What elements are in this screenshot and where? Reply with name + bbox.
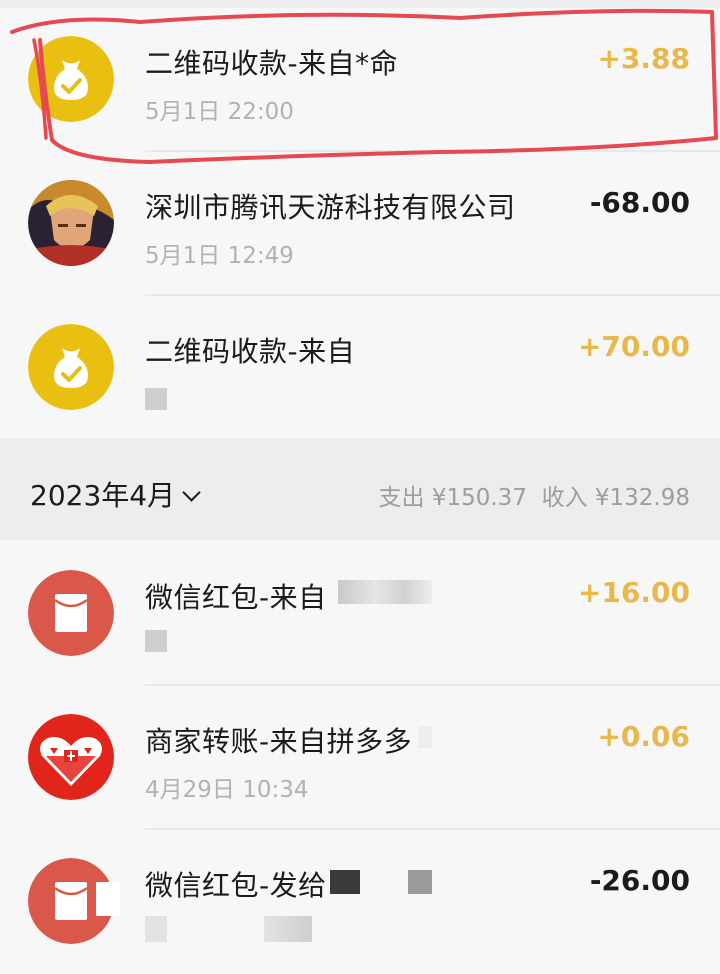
transaction-date: 4月29日 10:34: [145, 777, 309, 803]
month-selector[interactable]: 2023年4月: [30, 474, 201, 514]
money-bag-icon: [28, 36, 114, 122]
month-label: 2023年4月: [30, 479, 176, 512]
redacted-block: [264, 916, 312, 942]
transaction-amount: +16.00: [577, 576, 690, 609]
redacted-block: [330, 870, 360, 894]
redacted-block: [145, 630, 167, 652]
transaction-date: 5月1日 12:49: [145, 243, 294, 269]
transaction-row[interactable]: 二维码收款-来自*命 5月1日 22:00 +3.88: [0, 8, 720, 152]
month-income: 收入 ¥132.98: [541, 485, 690, 511]
top-strip: [0, 0, 720, 8]
redacted-block: [418, 726, 432, 748]
transaction-row[interactable]: 微信红包-发给 -26.00: [0, 830, 720, 974]
money-bag-icon: [28, 324, 114, 410]
transaction-row[interactable]: 二维码收款-来自 +70.00: [0, 296, 720, 440]
transaction-title: 二维码收款-来自: [145, 335, 356, 368]
pinduoduo-logo-icon: [28, 714, 114, 800]
redacted-block: [96, 882, 120, 916]
transaction-title: 二维码收款-来自*命: [145, 47, 399, 80]
red-packet-icon: [28, 570, 114, 656]
transaction-title: 深圳市腾讯天游科技有限公司: [145, 191, 516, 224]
transaction-row[interactable]: 商家转账-来自拼多多 4月29日 10:34 +0.06: [0, 686, 720, 830]
redacted-block: [145, 916, 167, 942]
transaction-amount: -68.00: [589, 186, 690, 219]
transaction-row[interactable]: 微信红包-来自 +16.00: [0, 542, 720, 686]
transaction-amount: +70.00: [577, 330, 690, 363]
month-expense: 支出 ¥150.37: [378, 485, 527, 511]
transaction-amount: -26.00: [589, 864, 690, 897]
redacted-block: [338, 580, 432, 604]
game-avatar-icon: [28, 180, 114, 266]
transaction-title: 商家转账-来自拼多多: [145, 725, 413, 758]
month-summary: 支出 ¥150.37 收入 ¥132.98: [379, 478, 690, 512]
transaction-title: 微信红包-来自: [145, 581, 327, 614]
transaction-date: 5月1日 22:00: [145, 99, 294, 125]
transaction-amount: +0.06: [597, 720, 690, 753]
chevron-down-icon: [182, 483, 201, 502]
month-header: 2023年4月 支出 ¥150.37 收入 ¥132.98: [0, 438, 720, 540]
redacted-block: [408, 870, 432, 894]
transaction-row[interactable]: 深圳市腾讯天游科技有限公司 5月1日 12:49 -68.00: [0, 152, 720, 296]
redacted-block: [145, 388, 167, 410]
transaction-amount: +3.88: [597, 42, 690, 75]
transaction-title: 微信红包-发给: [145, 869, 327, 902]
